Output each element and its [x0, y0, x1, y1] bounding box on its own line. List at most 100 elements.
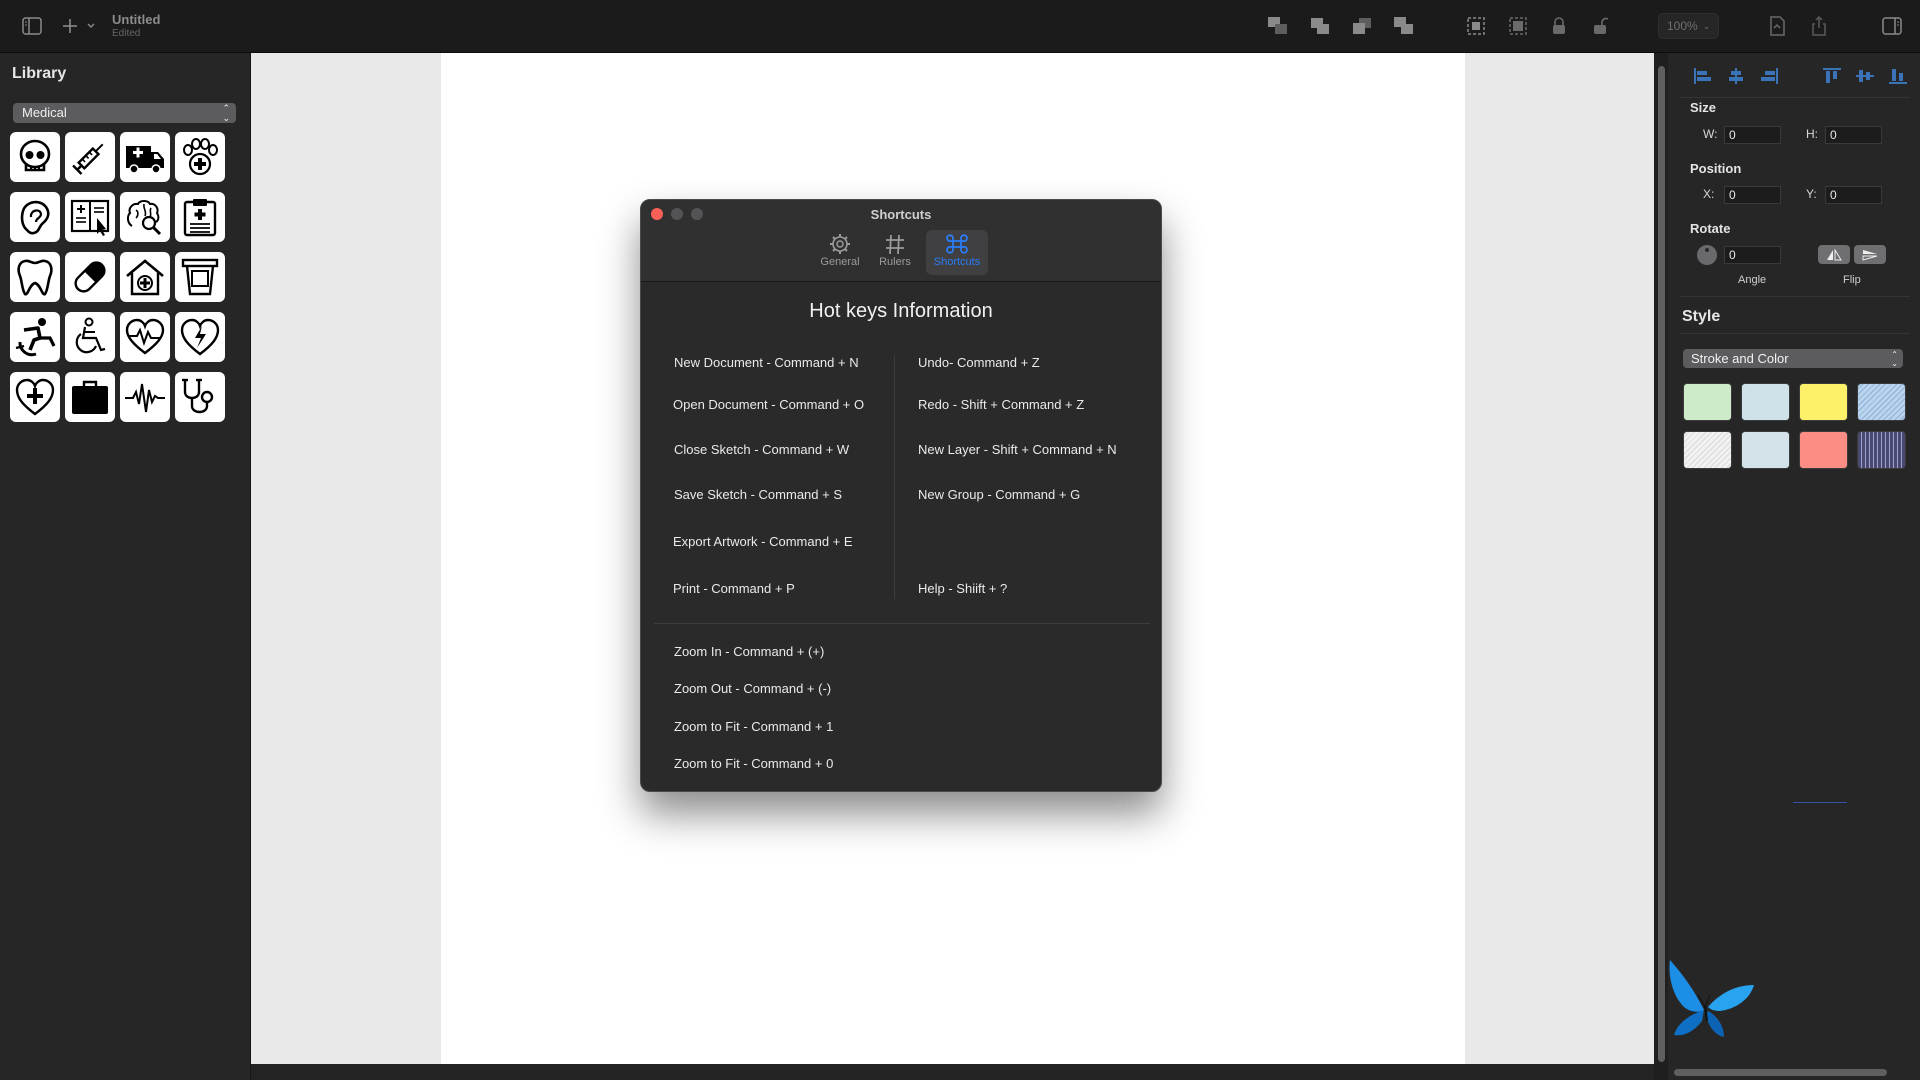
heart-plus-icon[interactable]: [10, 372, 60, 422]
swatch-yellow[interactable]: [1799, 383, 1848, 421]
tab-rulers-label: Rulers: [879, 256, 911, 268]
angle-field[interactable]: 0: [1724, 246, 1781, 264]
bring-forward-icon[interactable]: [1307, 13, 1333, 39]
height-field[interactable]: 0: [1825, 126, 1882, 144]
add-button[interactable]: [62, 13, 98, 39]
inspector-panel: Size W: 0 H: 0 Position X: 0 Y: 0 Rotate…: [1668, 53, 1920, 1080]
y-field[interactable]: 0: [1825, 186, 1882, 204]
inspector-horizontal-scrollbar[interactable]: [1674, 1069, 1887, 1076]
swatch-hatched-white[interactable]: [1683, 431, 1732, 469]
trash-bin-icon[interactable]: [175, 252, 225, 302]
swatch-hatched-blue[interactable]: [1857, 383, 1906, 421]
updown-chevron-icon: ⌃ ⌄: [1891, 349, 1898, 368]
swatch-salmon[interactable]: [1799, 431, 1848, 469]
link-text[interactable]: [1793, 793, 1847, 803]
style-mode-value: Stroke and Color: [1691, 351, 1789, 366]
swatch-green[interactable]: [1683, 383, 1732, 421]
paw-medical-icon[interactable]: [175, 132, 225, 182]
medical-bag-icon[interactable]: [65, 372, 115, 422]
align-bottom-icon[interactable]: [1881, 63, 1914, 89]
divider: [1680, 296, 1910, 297]
vertical-scrollbar[interactable]: [1658, 66, 1665, 1062]
height-label: H:: [1806, 127, 1818, 141]
unlock-icon[interactable]: [1591, 13, 1611, 39]
tab-shortcuts[interactable]: Shortcuts: [926, 230, 988, 275]
shortcut-item: Open Document - Command + O: [673, 397, 865, 412]
x-field[interactable]: 0: [1724, 186, 1781, 204]
heartbeat-heart-icon[interactable]: [120, 312, 170, 362]
align-center-vertical-icon[interactable]: [1848, 63, 1881, 89]
library-icon-grid: [10, 132, 225, 422]
hotkeys-heading: Hot keys Information: [809, 300, 993, 322]
swatch-pale-blue[interactable]: [1741, 431, 1790, 469]
swatch-light-blue[interactable]: [1741, 383, 1790, 421]
horizontal-scrollbar[interactable]: [251, 1064, 1654, 1080]
width-label: W:: [1703, 127, 1718, 141]
flip-horizontal-button[interactable]: [1818, 245, 1850, 264]
tab-general[interactable]: General: [817, 230, 863, 275]
library-title: Library: [12, 65, 67, 82]
shortcut-item: New Layer - Shift + Command + N: [918, 442, 1117, 457]
shortcut-item: Undo- Command + Z: [918, 355, 1040, 370]
bring-to-front-icon[interactable]: [1265, 13, 1291, 39]
column-divider: [894, 355, 895, 599]
zoom-shortcut-item: Zoom to Fit - Command + 1: [674, 719, 834, 734]
dialog-header: Shortcuts General Rulers Shortcuts: [641, 200, 1161, 282]
zoom-shortcut-item: Zoom to Fit - Command + 0: [674, 756, 834, 771]
medical-book-icon[interactable]: [65, 192, 115, 242]
align-center-horizontal-icon[interactable]: [1719, 63, 1752, 89]
zoom-select[interactable]: 100% ⌄: [1658, 13, 1719, 39]
document-title[interactable]: Untitled: [112, 12, 160, 27]
wheelchair-active-icon[interactable]: [10, 312, 60, 362]
pulse-line-icon[interactable]: [120, 372, 170, 422]
skull-icon[interactable]: [10, 132, 60, 182]
shortcut-item: New Document - Command + N: [674, 355, 859, 370]
clipboard-icon[interactable]: [175, 192, 225, 242]
hospital-home-icon[interactable]: [120, 252, 170, 302]
send-to-back-icon[interactable]: [1391, 13, 1417, 39]
brain-search-icon[interactable]: [120, 192, 170, 242]
command-icon: [946, 234, 968, 254]
ambulance-icon[interactable]: [120, 132, 170, 182]
zoom-shortcut-item: Zoom In - Command + (+): [674, 644, 825, 659]
group-icon[interactable]: [1464, 13, 1488, 39]
library-sidebar: Library Medical ⌃ ⌄: [0, 53, 251, 1080]
sidebar-toggle-icon[interactable]: [20, 13, 44, 39]
width-field[interactable]: 0: [1724, 126, 1781, 144]
align-right-icon[interactable]: [1752, 63, 1785, 89]
angle-caption: Angle: [1738, 274, 1767, 286]
stethoscope-icon[interactable]: [175, 372, 225, 422]
shortcut-item: New Group - Command + G: [918, 487, 1081, 502]
pill-icon[interactable]: [65, 252, 115, 302]
flip-caption: Flip: [1843, 274, 1861, 286]
align-top-icon[interactable]: [1815, 63, 1848, 89]
heart-lightning-icon[interactable]: [175, 312, 225, 362]
library-category-select[interactable]: Medical ⌃ ⌄: [13, 103, 236, 123]
tooth-icon[interactable]: [10, 252, 60, 302]
ungroup-icon[interactable]: [1506, 13, 1530, 39]
export-icon[interactable]: [1766, 13, 1788, 39]
shortcut-item: Help - Shiift + ?: [918, 581, 1008, 596]
tab-rulers[interactable]: Rulers: [874, 230, 916, 275]
shortcut-item: Close Sketch - Command + W: [674, 442, 850, 457]
zoom-value: 100%: [1667, 19, 1698, 33]
shortcuts-dialog: Shortcuts General Rulers Shortcuts Hot k…: [640, 199, 1162, 792]
gear-icon: [830, 234, 850, 254]
inspector-toggle-icon[interactable]: [1880, 13, 1904, 39]
ear-icon[interactable]: [10, 192, 60, 242]
shortcut-item: Redo - Shift + Command + Z: [918, 397, 1085, 412]
align-left-icon[interactable]: [1686, 63, 1719, 89]
share-icon[interactable]: [1808, 13, 1830, 39]
style-mode-select[interactable]: Stroke and Color ⌃ ⌄: [1683, 349, 1903, 368]
document-status: Edited: [112, 28, 141, 39]
zoom-shortcut-item: Zoom Out - Command + (-): [674, 681, 832, 696]
syringe-icon[interactable]: [65, 132, 115, 182]
lock-icon[interactable]: [1549, 13, 1569, 39]
rotation-knob[interactable]: [1697, 245, 1717, 265]
wheelchair-icon[interactable]: [65, 312, 115, 362]
swatch-striped-purple[interactable]: [1857, 431, 1906, 469]
tab-shortcuts-label: Shortcuts: [933, 256, 981, 268]
send-backward-icon[interactable]: [1349, 13, 1375, 39]
flip-vertical-button[interactable]: [1854, 245, 1886, 264]
alignment-toolbar: [1686, 63, 1914, 89]
